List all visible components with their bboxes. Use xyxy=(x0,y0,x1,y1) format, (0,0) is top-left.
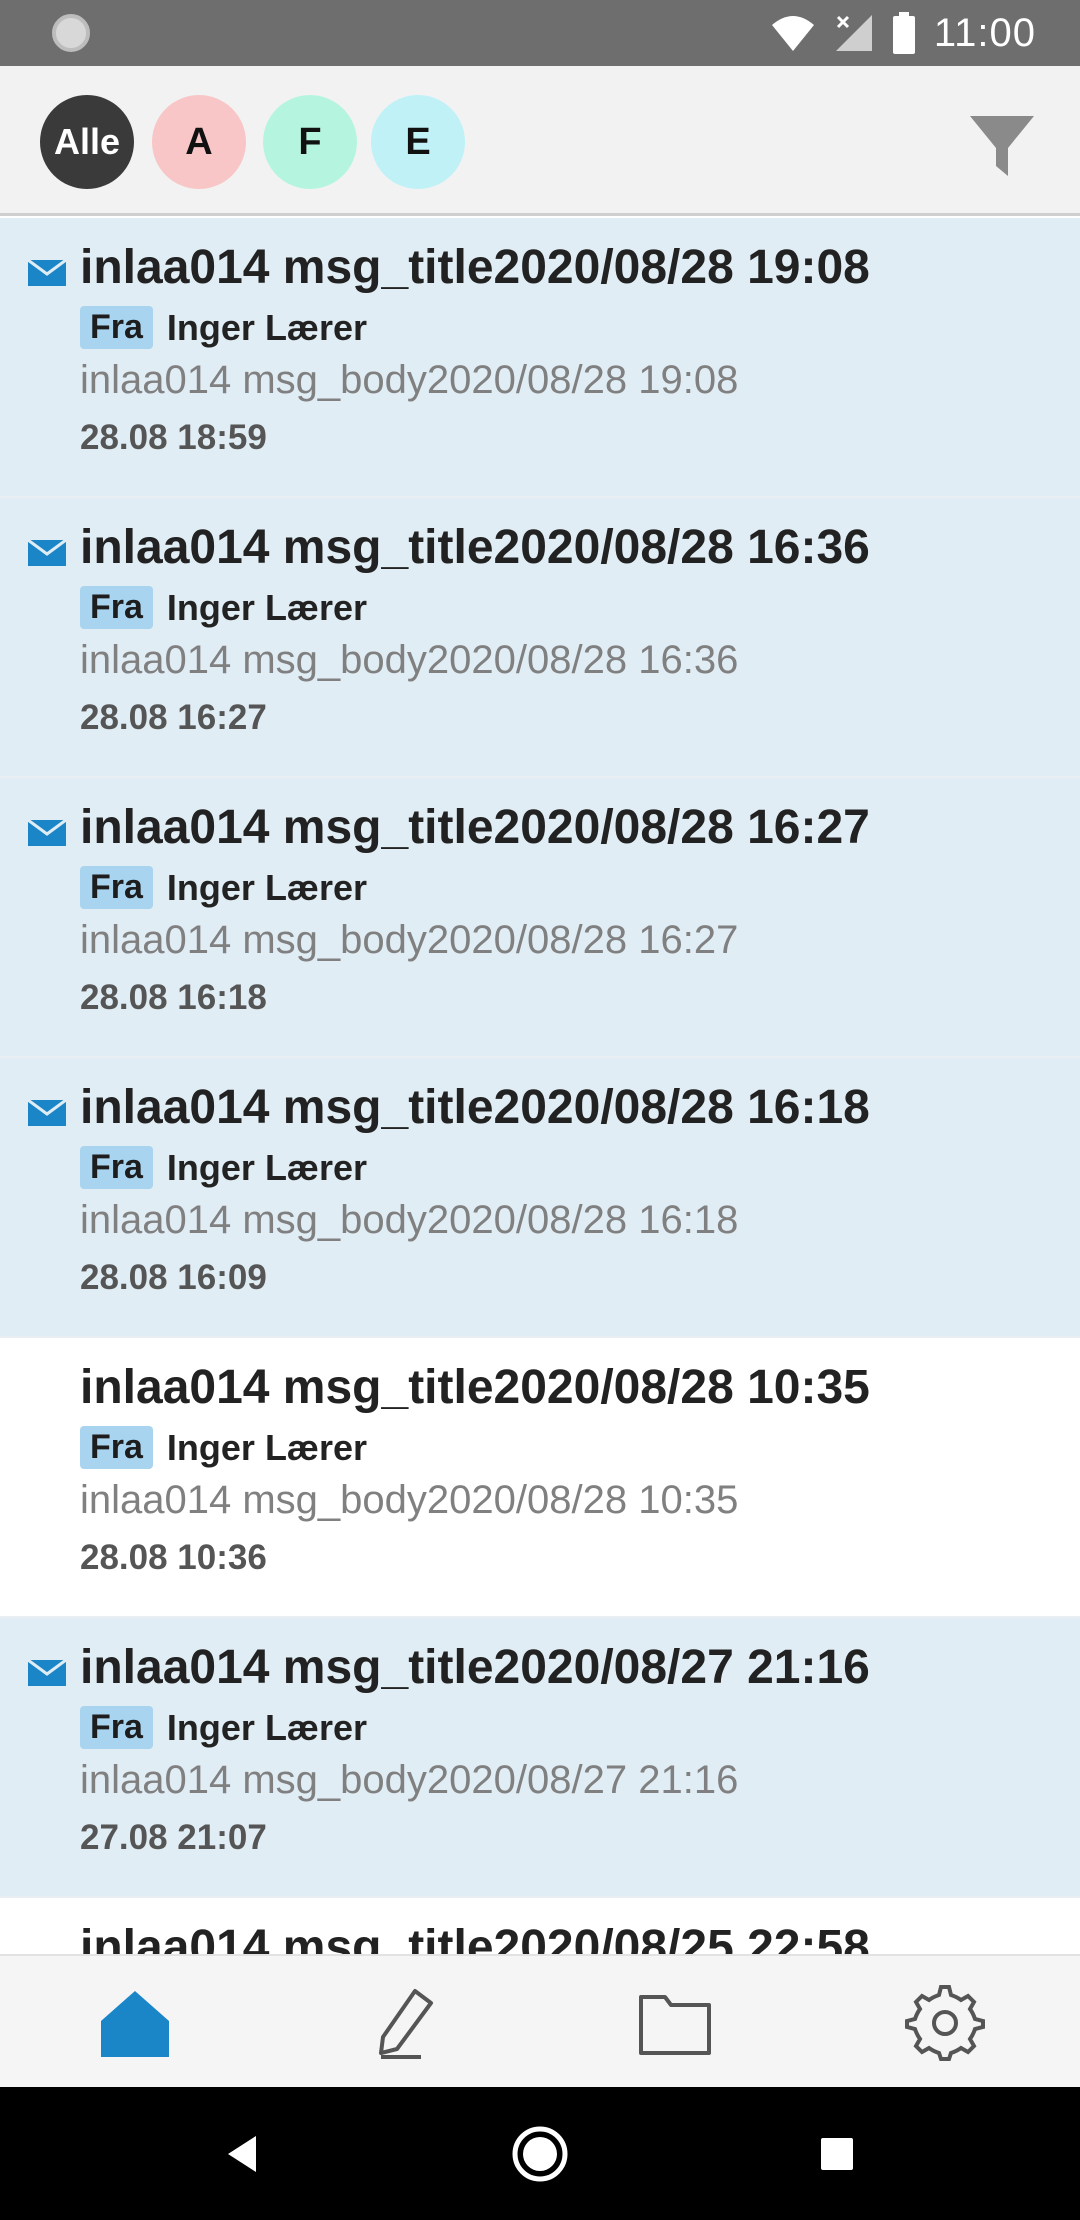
nav-compose[interactable] xyxy=(270,1956,540,2089)
filter-chip-f[interactable]: F xyxy=(263,95,357,189)
message-title: inlaa014 msg_title2020/08/25 22:58 xyxy=(80,1921,870,1954)
sender-name: Inger Lærer xyxy=(166,1146,367,1188)
message-row[interactable]: inlaa014 msg_title2020/08/28 16:36 Fra I… xyxy=(0,498,1080,778)
from-tag: Fra xyxy=(80,306,153,349)
message-time: 28.08 18:59 xyxy=(80,418,267,457)
unread-mail-icon xyxy=(28,1660,66,1686)
folder-icon xyxy=(639,1994,711,2055)
message-sender: Fra Inger Lærer xyxy=(80,586,367,629)
message-row[interactable]: inlaa014 msg_title2020/08/28 16:27 Fra I… xyxy=(0,778,1080,1058)
message-preview: inlaa014 msg_body2020/08/28 16:18 xyxy=(80,1198,739,1242)
message-title: inlaa014 msg_title2020/08/28 16:36 xyxy=(80,521,870,574)
sender-name: Inger Lærer xyxy=(166,306,367,348)
message-preview: inlaa014 msg_body2020/08/28 10:35 xyxy=(80,1478,739,1522)
filter-chip-e[interactable]: E xyxy=(371,95,465,189)
back-triangle-icon xyxy=(228,2135,256,2172)
message-row[interactable]: inlaa014 msg_title2020/08/28 19:08 Fra I… xyxy=(0,218,1080,498)
cell-signal-icon xyxy=(835,15,872,51)
home-system-button[interactable] xyxy=(480,2087,600,2220)
sender-name: Inger Lærer xyxy=(166,1426,367,1468)
message-preview: inlaa014 msg_body2020/08/28 16:27 xyxy=(80,918,739,962)
status-icons: 11:00 xyxy=(770,0,1036,66)
status-time: 11:00 xyxy=(933,10,1036,55)
unread-mail-icon xyxy=(28,820,66,846)
message-sender: Fra Inger Lærer xyxy=(80,306,367,349)
from-tag: Fra xyxy=(80,1426,153,1469)
system-nav-bar xyxy=(0,2087,1080,2220)
compose-pen-icon xyxy=(379,1988,433,2059)
sync-indicator-icon xyxy=(52,14,90,52)
message-sender: Fra Inger Lærer xyxy=(80,1706,367,1749)
battery-icon xyxy=(892,12,915,54)
unread-mail-icon xyxy=(28,540,66,566)
filter-chip-a[interactable]: A xyxy=(152,95,246,189)
message-title: inlaa014 msg_title2020/08/28 16:27 xyxy=(80,801,870,854)
wifi-icon xyxy=(771,16,814,51)
message-title: inlaa014 msg_title2020/08/28 16:18 xyxy=(80,1081,870,1134)
home-circle-icon xyxy=(512,2126,568,2181)
message-title: inlaa014 msg_title2020/08/28 10:35 xyxy=(80,1361,870,1414)
message-time: 28.08 16:27 xyxy=(80,698,267,737)
bottom-nav xyxy=(0,1954,1080,2087)
recents-square-icon xyxy=(821,2137,853,2170)
message-row[interactable]: inlaa014 msg_title2020/08/25 22:58 xyxy=(0,1898,1080,1954)
from-tag: Fra xyxy=(80,866,153,909)
message-list: inlaa014 msg_title2020/08/28 19:08 Fra I… xyxy=(0,218,1080,1954)
sender-name: Inger Lærer xyxy=(166,866,367,908)
nav-settings[interactable] xyxy=(810,1956,1080,2089)
filter-bar: Alle A F E xyxy=(0,66,1080,216)
nav-folder[interactable] xyxy=(540,1956,810,2089)
message-time: 28.08 10:36 xyxy=(80,1538,267,1577)
status-bar: 11:00 xyxy=(0,0,1080,66)
message-row[interactable]: inlaa014 msg_title2020/08/28 16:18 Fra I… xyxy=(0,1058,1080,1338)
recents-button[interactable] xyxy=(777,2087,897,2220)
from-tag: Fra xyxy=(80,1146,153,1189)
back-button[interactable] xyxy=(182,2087,302,2220)
message-row[interactable]: inlaa014 msg_title2020/08/27 21:16 Fra I… xyxy=(0,1618,1080,1898)
message-time: 28.08 16:18 xyxy=(80,978,267,1017)
message-preview: inlaa014 msg_body2020/08/28 19:08 xyxy=(80,358,739,402)
settings-gear-icon xyxy=(905,1984,985,2061)
message-title: inlaa014 msg_title2020/08/27 21:16 xyxy=(80,1641,870,1694)
sender-name: Inger Lærer xyxy=(166,1706,367,1748)
from-tag: Fra xyxy=(80,1706,153,1749)
message-title: inlaa014 msg_title2020/08/28 19:08 xyxy=(80,241,870,294)
nav-home[interactable] xyxy=(0,1956,270,2089)
filter-funnel-icon[interactable] xyxy=(962,106,1042,186)
home-icon xyxy=(101,1990,169,2057)
message-preview: inlaa014 msg_body2020/08/27 21:16 xyxy=(80,1758,739,1802)
message-time: 27.08 21:07 xyxy=(80,1818,267,1857)
filter-chip-alle[interactable]: Alle xyxy=(40,95,134,189)
unread-mail-icon xyxy=(28,260,66,286)
message-row[interactable]: inlaa014 msg_title2020/08/28 10:35 Fra I… xyxy=(0,1338,1080,1618)
sender-name: Inger Lærer xyxy=(166,586,367,628)
message-sender: Fra Inger Lærer xyxy=(80,1146,367,1189)
from-tag: Fra xyxy=(80,586,153,629)
message-sender: Fra Inger Lærer xyxy=(80,866,367,909)
message-time: 28.08 16:09 xyxy=(80,1258,267,1297)
unread-mail-icon xyxy=(28,1100,66,1126)
message-sender: Fra Inger Lærer xyxy=(80,1426,367,1469)
message-preview: inlaa014 msg_body2020/08/28 16:36 xyxy=(80,638,739,682)
